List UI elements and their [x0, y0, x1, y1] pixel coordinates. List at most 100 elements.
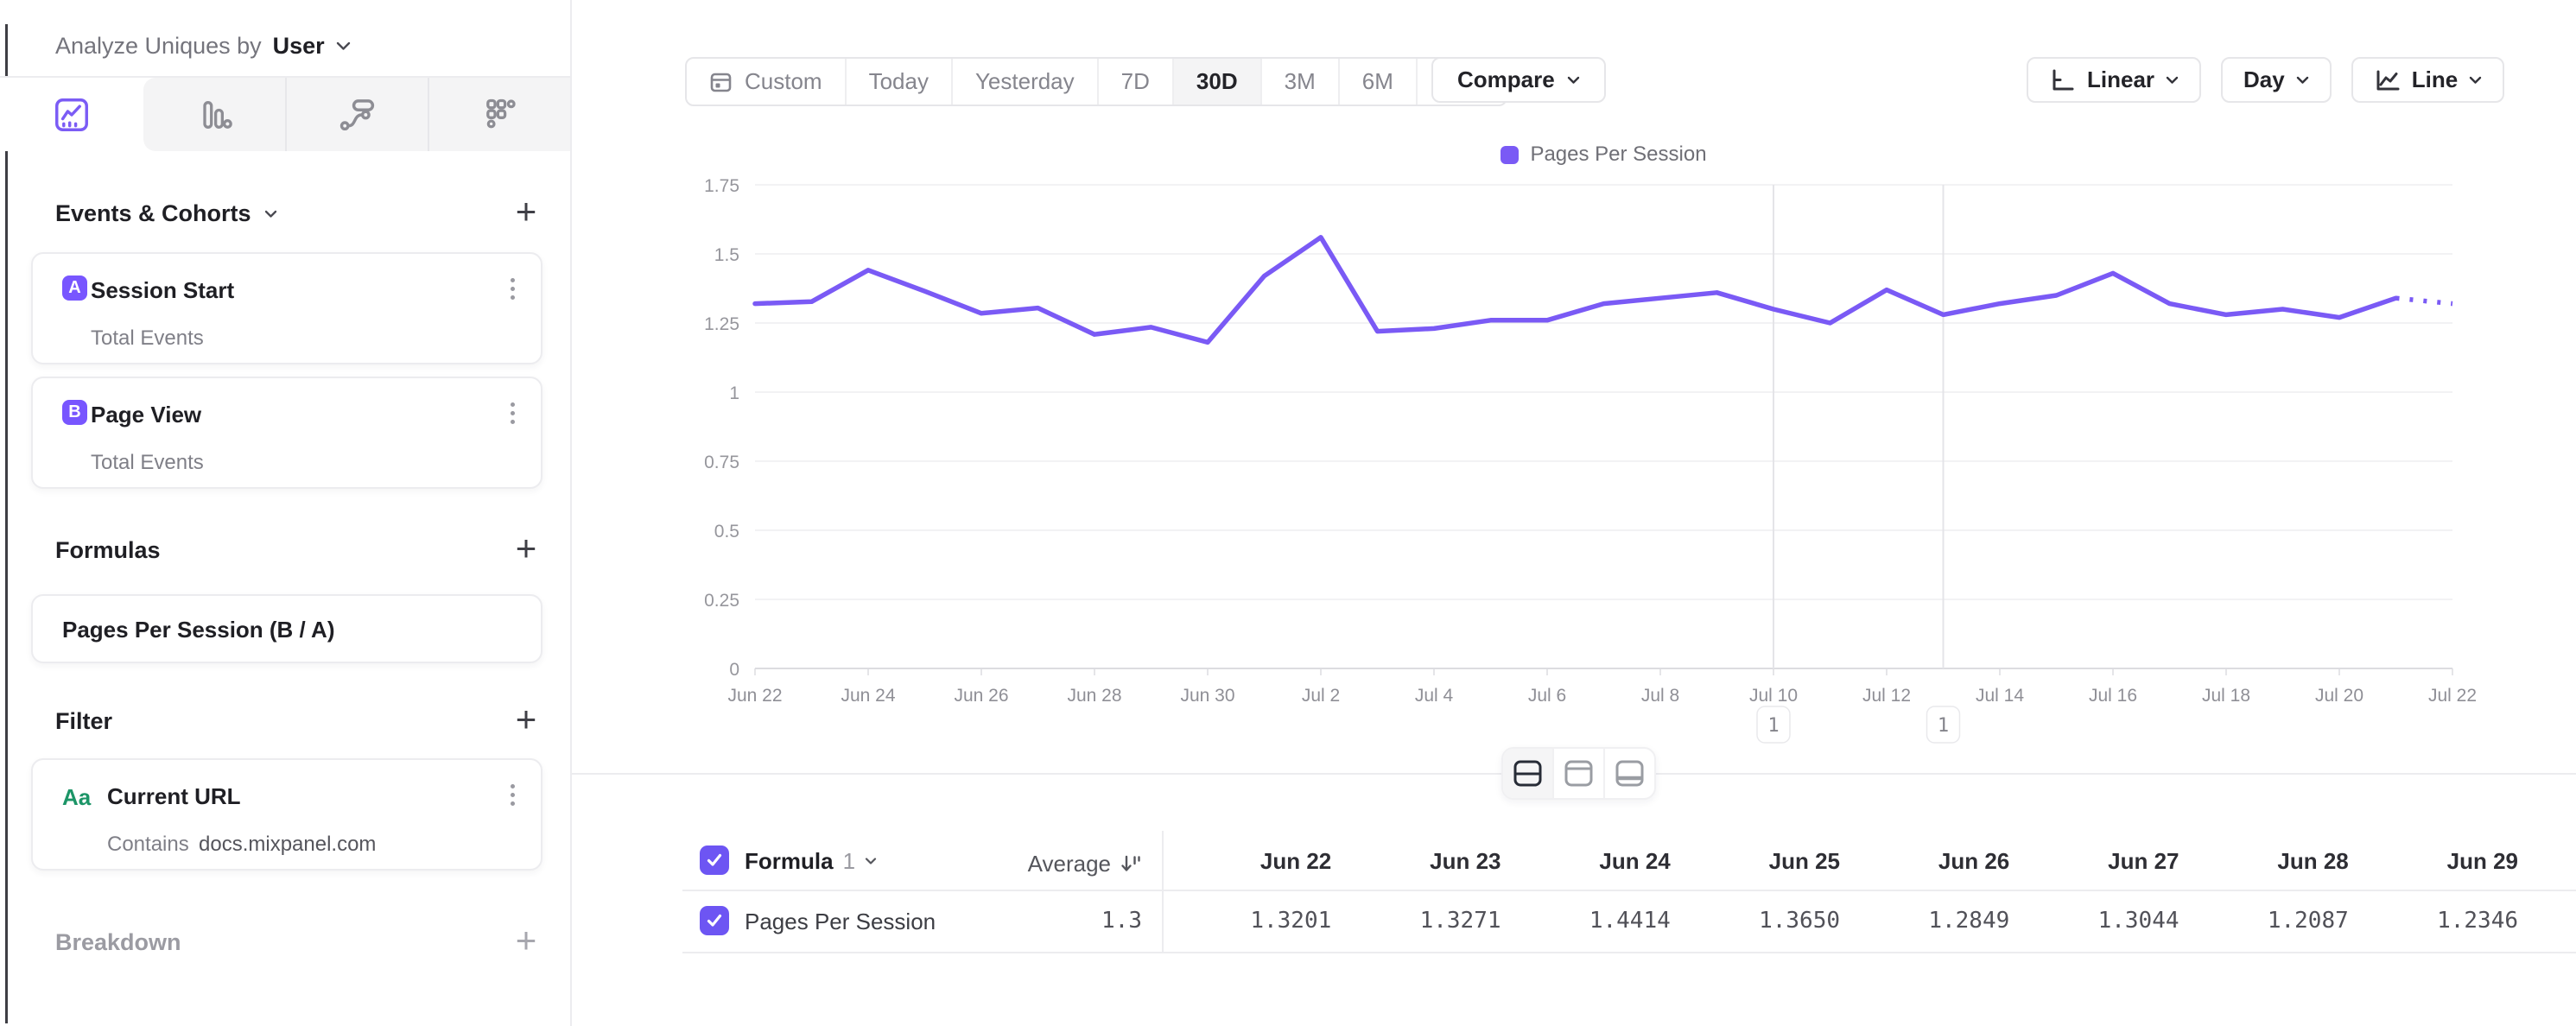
formula-card[interactable]: Pages Per Session (B / A)	[31, 594, 542, 663]
svg-text:Jul 2: Jul 2	[1302, 686, 1340, 706]
string-property-icon: Aa	[62, 784, 91, 811]
svg-text:Jul 22: Jul 22	[2428, 686, 2477, 706]
kebab-menu-icon[interactable]	[508, 784, 517, 806]
tab-flows[interactable]	[286, 78, 428, 151]
formula-header-label: Formula	[745, 848, 834, 875]
table-row-separator	[682, 952, 2576, 953]
event-badge-a: A	[62, 276, 87, 301]
svg-text:1.5: 1.5	[714, 245, 739, 265]
visualization-tabs	[0, 78, 570, 151]
svg-text:0: 0	[729, 660, 739, 680]
event-metric[interactable]: Total Events	[91, 326, 204, 351]
chevron-down-icon[interactable]	[336, 41, 351, 51]
breakdown-header: Breakdown	[55, 929, 181, 956]
layout-toggle	[1501, 747, 1656, 800]
kebab-menu-icon[interactable]	[508, 402, 517, 424]
event-name[interactable]: Page View	[91, 402, 201, 428]
formula-column-header[interactable]: Formula 1	[745, 848, 877, 875]
filter-header: Filter	[55, 708, 112, 735]
average-value: 1.3	[950, 908, 1142, 934]
formula-checkbox[interactable]	[700, 846, 729, 875]
svg-text:1.75: 1.75	[704, 176, 739, 196]
filter-value[interactable]: docs.mixpanel.com	[199, 833, 376, 857]
scale-selector[interactable]: Linear	[2027, 57, 2201, 103]
table-date-values: 1.32011.32711.44141.36501.28491.30441.20…	[1162, 908, 2518, 934]
table-value-cell: 1.3650	[1671, 908, 1840, 934]
table-date-header: Jun 29	[2349, 848, 2518, 875]
kebab-menu-icon[interactable]	[508, 278, 517, 300]
query-builder-sidebar: Analyze Uniques by User	[0, 0, 570, 1026]
sort-icon	[1119, 852, 1142, 876]
svg-text:1: 1	[1938, 715, 1949, 737]
range-option-today[interactable]: Today	[845, 59, 951, 104]
events-cohorts-header[interactable]: Events & Cohorts	[55, 200, 277, 227]
add-formula-button[interactable]: +	[511, 534, 541, 563]
flows-icon	[337, 95, 377, 135]
event-metric[interactable]: Total Events	[91, 451, 204, 475]
legend-swatch	[1501, 146, 1519, 164]
table-date-header: Jun 22	[1162, 848, 1331, 875]
layout-table-view-button[interactable]	[1603, 749, 1654, 798]
add-event-button[interactable]: +	[511, 197, 541, 226]
event-card-page-view[interactable]: B Page View Total Events	[31, 377, 542, 489]
formulas-label: Formulas	[55, 537, 161, 564]
table-date-header: Jun 24	[1501, 848, 1671, 875]
range-option-yesterday[interactable]: Yesterday	[951, 59, 1097, 104]
range-option-30d[interactable]: 30D	[1172, 59, 1260, 104]
svg-text:Jul 10: Jul 10	[1749, 686, 1798, 706]
chart-legend[interactable]: Pages Per Session	[755, 142, 2452, 167]
table-date-headers: Jun 22Jun 23Jun 24Jun 25Jun 26Jun 27Jun …	[1162, 848, 2518, 875]
insights-line-chart-icon	[52, 95, 92, 135]
svg-text:Jun 22: Jun 22	[727, 686, 782, 706]
range-option-7d[interactable]: 7D	[1097, 59, 1172, 104]
filter-label: Filter	[55, 708, 112, 735]
tab-retention[interactable]	[428, 78, 570, 151]
breakdown-label: Breakdown	[55, 929, 181, 956]
formula-name[interactable]: Pages Per Session (B / A)	[62, 617, 334, 643]
table-value-cell: 1.2346	[2349, 908, 2518, 934]
table-date-header: Jun 23	[1331, 848, 1501, 875]
layout-chart-view-button[interactable]	[1552, 749, 1603, 798]
table-value-cell: 1.3271	[1331, 908, 1501, 934]
range-option-custom[interactable]: Custom	[687, 59, 845, 104]
interval-selector[interactable]: Day	[2221, 57, 2332, 103]
svg-text:Jun 26: Jun 26	[954, 686, 1008, 706]
add-filter-button[interactable]: +	[511, 705, 541, 734]
chevron-down-icon	[1567, 76, 1580, 85]
event-name[interactable]: Session Start	[91, 277, 234, 304]
svg-text:Jul 6: Jul 6	[1528, 686, 1566, 706]
svg-text:Jul 12: Jul 12	[1862, 686, 1911, 706]
event-card-session-start[interactable]: A Session Start Total Events	[31, 252, 542, 364]
average-header-label: Average	[1028, 851, 1111, 877]
svg-text:0.25: 0.25	[704, 591, 739, 611]
series-row-name: Pages Per Session	[745, 909, 936, 935]
average-column-header[interactable]: Average	[864, 846, 1162, 881]
range-label: Today	[869, 68, 929, 95]
table-value-cell: 1.2087	[2179, 908, 2349, 934]
chevron-down-icon	[2166, 76, 2179, 85]
filter-card-current-url[interactable]: Aa Current URL Contains docs.mixpanel.co…	[31, 758, 542, 871]
analyze-by-selector[interactable]: User	[273, 33, 325, 60]
filter-operator[interactable]: Contains	[107, 833, 189, 857]
event-badge-b: B	[62, 400, 87, 425]
legend-label: Pages Per Session	[1530, 142, 1706, 167]
range-label: Yesterday	[975, 68, 1075, 95]
compare-label: Compare	[1457, 66, 1555, 93]
tab-insights[interactable]	[0, 78, 143, 151]
formulas-header: Formulas	[55, 537, 161, 564]
table-date-header: Jun 26	[1840, 848, 2009, 875]
range-option-6m[interactable]: 6M	[1338, 59, 1416, 104]
retention-grid-icon	[480, 96, 518, 134]
svg-text:0.5: 0.5	[714, 522, 739, 542]
compare-button[interactable]: Compare	[1431, 57, 1606, 103]
range-option-3m[interactable]: 3M	[1260, 59, 1338, 104]
add-breakdown-button[interactable]: +	[511, 926, 541, 955]
formula-header-number: 1	[843, 848, 855, 875]
svg-text:Jul 8: Jul 8	[1641, 686, 1679, 706]
layout-split-view-button[interactable]	[1503, 749, 1552, 798]
chevron-down-icon	[2469, 76, 2482, 85]
series-checkbox[interactable]	[700, 906, 729, 935]
chart-type-selector[interactable]: Line	[2351, 57, 2504, 103]
tab-bar-chart[interactable]	[143, 78, 285, 151]
filter-property-name[interactable]: Current URL	[107, 783, 241, 810]
